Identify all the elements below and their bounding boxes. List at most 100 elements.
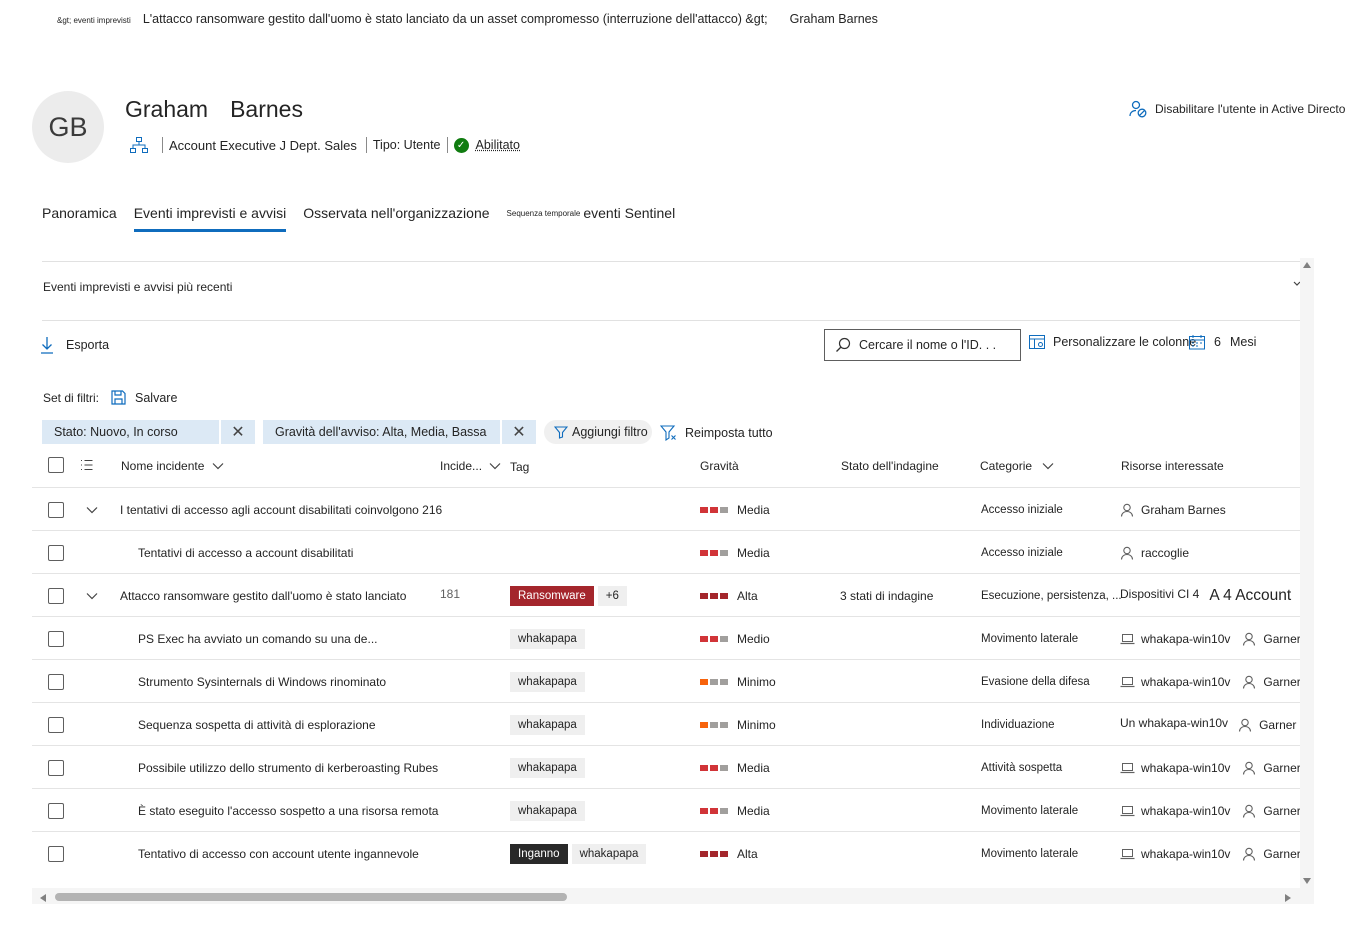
row-checkbox[interactable] [48,845,64,862]
incident-name[interactable]: I tentativi di accesso agli account disa… [120,488,442,531]
row-checkbox[interactable] [48,673,64,690]
scroll-down-icon[interactable] [1302,874,1312,888]
row-checkbox[interactable] [48,587,64,604]
asset-text[interactable]: Dispositivi CI 4 [1120,587,1199,601]
org-tree-icon[interactable] [130,137,148,153]
row-checkbox[interactable] [48,716,64,733]
asset-device[interactable]: whakapa-win10v [1141,847,1230,861]
tag-chip[interactable]: Ransomware [510,585,594,606]
asset-accounts[interactable]: A 4 Account [1209,587,1291,605]
tab-overview[interactable]: Panoramica [42,205,117,229]
customize-columns-button[interactable]: Personalizzare le colonne [1029,334,1196,350]
tag-more-chip[interactable]: +6 [597,585,627,606]
row-checkbox[interactable] [48,501,64,518]
table-row[interactable]: I tentativi di accesso agli account disa… [32,487,1300,530]
time-range-picker[interactable]: 6 Mesi [1189,334,1256,350]
tag-chip[interactable]: Inganno [510,843,568,864]
select-all-checkbox[interactable] [48,457,64,473]
incident-name[interactable]: Attacco ransomware gestito dall'uomo è s… [120,574,406,617]
filter-chip-severity[interactable]: Gravità dell'avviso: Alta, Media, Bassa … [263,420,536,444]
table-row[interactable]: Sequenza sospetta di attività di esplora… [32,702,1300,745]
row-checkbox[interactable] [48,544,64,561]
incident-name[interactable]: Tentativi di accesso a account disabilit… [138,531,353,574]
asset-text[interactable]: Un whakapa-win10v [1120,716,1228,730]
scroll-left-icon[interactable] [39,892,47,906]
column-header-name[interactable]: Nome incidente [121,459,224,473]
tag-chip[interactable]: whakapapa [510,628,585,649]
column-header-categories[interactable]: Categorie [980,459,1054,473]
breadcrumb-incident-link[interactable]: L'attacco ransomware gestito dall'uomo è… [143,12,768,26]
asset-device[interactable]: whakapa-win10v [1141,761,1230,775]
vertical-scrollbar[interactable] [1300,258,1314,888]
investigation-state[interactable]: 3 stati di indagine [840,574,933,617]
tag-chip[interactable]: whakapapa [571,843,647,864]
table-row[interactable]: Attacco ransomware gestito dall'uomo è s… [32,573,1300,616]
user-icon [1242,675,1256,689]
scroll-right-icon[interactable] [1284,892,1292,906]
asset-user[interactable]: raccoglie [1141,546,1189,560]
tag-chip[interactable]: whakapapa [510,671,585,692]
scroll-up-icon[interactable] [1302,258,1312,272]
incident-name[interactable]: Tentativo di accesso con account utente … [138,832,419,875]
expand-chevron-icon[interactable] [86,488,98,531]
table-row[interactable]: È stato eseguito l'accesso sospetto a un… [32,788,1300,831]
sort-chevron-down-icon[interactable] [212,462,224,470]
sort-chevron-down-icon[interactable] [1042,462,1054,470]
tag-chip[interactable]: whakapapa [510,800,585,821]
asset-user[interactable]: Garner [1263,847,1300,861]
asset-user[interactable]: Garner [1263,761,1300,775]
severity-bars [700,721,728,728]
column-header-tag[interactable]: Tag [510,460,529,474]
row-checkbox[interactable] [48,759,64,776]
breadcrumb-parent-link[interactable]: &gt; eventi imprevisti [57,16,131,25]
search-icon [835,337,851,353]
asset-user[interactable]: Garner [1263,632,1300,646]
asset-device[interactable]: whakapa-win10v [1141,804,1230,818]
save-filter-button[interactable]: Salvare [111,390,177,405]
asset-user[interactable]: Garner [1263,675,1300,689]
tab-timeline[interactable]: Sequenza temporale eventi Sentinel [507,205,676,229]
table-row[interactable]: Possibile utilizzo dello strumento di ke… [32,745,1300,788]
table-row[interactable]: Tentativi di accesso a account disabilit… [32,530,1300,573]
column-header-investigation[interactable]: Stato dell'indagine [841,459,939,473]
export-button[interactable]: Esporta [40,336,109,354]
enabled-check-icon: ✓ [453,137,469,153]
asset-device[interactable]: whakapa-win10v [1141,675,1230,689]
asset-device[interactable]: whakapa-win10v [1141,632,1230,646]
asset-user[interactable]: Garner [1263,804,1300,818]
incident-name[interactable]: PS Exec ha avviato un comando su una de.… [138,617,377,660]
table-row[interactable]: Tentativo di accesso con account utente … [32,831,1300,874]
table-row[interactable]: Strumento Sysinternals di Windows rinomi… [32,659,1300,702]
expand-chevron-icon[interactable] [86,574,98,617]
column-header-severity[interactable]: Gravità [700,459,739,473]
tag-chip[interactable]: whakapapa [510,714,585,735]
severity-label: Alta [737,846,758,861]
filter-set-label: Set di filtri: [43,390,100,405]
tab-incidents-alerts[interactable]: Eventi imprevisti e avvisi [133,205,287,232]
tag-chip[interactable]: whakapapa [510,757,585,778]
tab-observed-in-org[interactable]: Osservata nell'organizzazione [303,205,489,229]
search-input[interactable]: Cercare il nome o l'ID. . . [824,329,1021,361]
incident-name[interactable]: Sequenza sospetta di attività di esplora… [138,703,376,746]
remove-filter-close-icon[interactable]: ✕ [500,420,536,444]
add-filter-button[interactable]: Aggiungi filtro [544,420,652,444]
list-options-icon[interactable] [80,459,93,474]
asset-user[interactable]: Garner [1259,718,1296,732]
disable-user-button[interactable]: Disabilitare l'utente in Active Director… [1129,100,1346,118]
row-checkbox[interactable] [48,802,64,819]
user-meta: Account Executive J Dept. Sales Tipo: Ut… [130,137,520,153]
sort-chevron-down-icon[interactable] [489,462,501,470]
remove-filter-close-icon[interactable]: ✕ [219,420,255,444]
row-checkbox[interactable] [48,630,64,647]
incident-name[interactable]: Strumento Sysinternals di Windows rinomi… [138,660,386,703]
column-header-id[interactable]: Incide... [440,459,501,473]
table-row[interactable]: PS Exec ha avviato un comando su una de.… [32,616,1300,659]
asset-user[interactable]: Graham Barnes [1141,503,1226,517]
incident-name[interactable]: Possibile utilizzo dello strumento di ke… [138,746,438,789]
horizontal-scroll-thumb[interactable] [55,893,567,901]
column-header-assets[interactable]: Risorse interessate [1121,459,1224,473]
incident-name[interactable]: È stato eseguito l'accesso sospetto a un… [138,789,438,832]
filter-chip-status[interactable]: Stato: Nuovo, In corso ✕ [42,420,255,444]
reset-filters-button[interactable]: Reimposta tutto [660,424,773,441]
device-icon [1120,848,1135,860]
